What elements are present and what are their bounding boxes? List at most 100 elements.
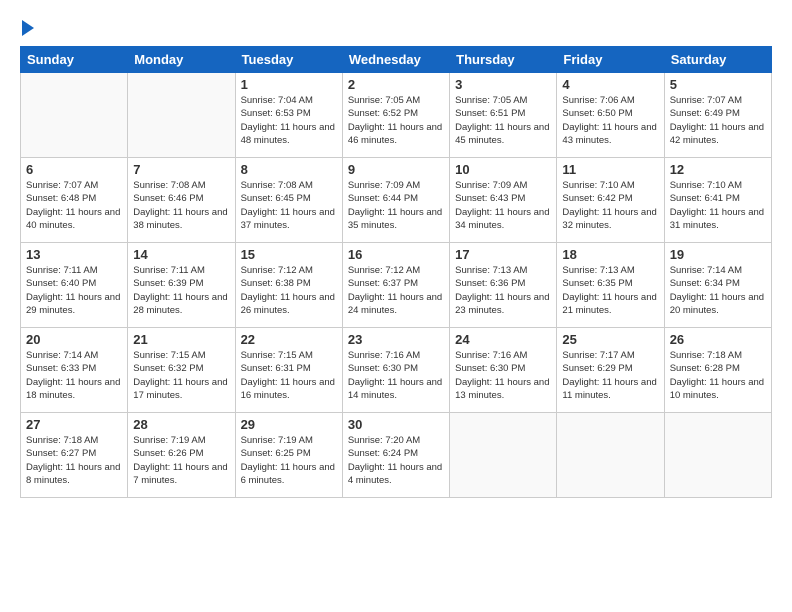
day-info: Sunrise: 7:16 AM Sunset: 6:30 PM Dayligh… <box>455 349 551 402</box>
day-number: 22 <box>241 332 337 347</box>
day-info: Sunrise: 7:15 AM Sunset: 6:32 PM Dayligh… <box>133 349 229 402</box>
day-number: 20 <box>26 332 122 347</box>
calendar-day-cell: 9 Sunrise: 7:09 AM Sunset: 6:44 PM Daylig… <box>342 158 449 243</box>
day-info: Sunrise: 7:17 AM Sunset: 6:29 PM Dayligh… <box>562 349 658 402</box>
day-number: 24 <box>455 332 551 347</box>
day-number: 25 <box>562 332 658 347</box>
calendar-day-cell: 28Sunrise: 7:19 AM Sunset: 6:26 PM Dayli… <box>128 413 235 498</box>
day-number: 18 <box>562 247 658 262</box>
calendar-day-cell: 22 Sunrise: 7:15 AM Sunset: 6:31 PM Dayli… <box>235 328 342 413</box>
day-info: Sunrise: 7:14 AM Sunset: 6:33 PM Dayligh… <box>26 349 122 402</box>
calendar-day-cell: 11 Sunrise: 7:10 AM Sunset: 6:42 PM Dayli… <box>557 158 664 243</box>
calendar-day-cell: 8 Sunrise: 7:08 AM Sunset: 6:45 PM Daylig… <box>235 158 342 243</box>
calendar-day-cell <box>664 413 771 498</box>
logo-arrow-icon <box>22 20 34 36</box>
day-info: Sunrise: 7:08 AM Sunset: 6:45 PM Dayligh… <box>241 179 337 232</box>
calendar-table: SundayMondayTuesdayWednesdayThursdayFrid… <box>20 46 772 498</box>
day-number: 14 <box>133 247 229 262</box>
calendar-day-cell: 7 Sunrise: 7:08 AM Sunset: 6:46 PM Daylig… <box>128 158 235 243</box>
day-number: 7 <box>133 162 229 177</box>
day-info: Sunrise: 7:06 AM Sunset: 6:50 PM Dayligh… <box>562 94 658 147</box>
day-info: Sunrise: 7:20 AM Sunset: 6:24 PM Dayligh… <box>348 434 444 487</box>
page-header <box>20 20 772 36</box>
calendar-day-cell: 24 Sunrise: 7:16 AM Sunset: 6:30 PM Dayli… <box>450 328 557 413</box>
day-info: Sunrise: 7:12 AM Sunset: 6:38 PM Dayligh… <box>241 264 337 317</box>
day-number: 27 <box>26 417 122 432</box>
day-info: Sunrise: 7:05 AM Sunset: 6:51 PM Dayligh… <box>455 94 551 147</box>
calendar-week-row: 27 Sunrise: 7:18 AM Sunset: 6:27 PM Dayli… <box>21 413 772 498</box>
day-info: Sunrise: 7:10 AM Sunset: 6:42 PM Dayligh… <box>562 179 658 232</box>
day-number: 28 <box>133 417 229 432</box>
day-info: Sunrise: 7:09 AM Sunset: 6:43 PM Dayligh… <box>455 179 551 232</box>
weekday-header: Sunday <box>21 47 128 73</box>
day-number: 26 <box>670 332 766 347</box>
day-info: Sunrise: 7:13 AM Sunset: 6:35 PM Dayligh… <box>562 264 658 317</box>
weekday-header: Tuesday <box>235 47 342 73</box>
day-info: Sunrise: 7:04 AM Sunset: 6:53 PM Dayligh… <box>241 94 337 147</box>
day-info: Sunrise: 7:09 AM Sunset: 6:44 PM Dayligh… <box>348 179 444 232</box>
weekday-header: Thursday <box>450 47 557 73</box>
day-number: 4 <box>562 77 658 92</box>
calendar-day-cell <box>557 413 664 498</box>
calendar-day-cell: 19 Sunrise: 7:14 AM Sunset: 6:34 PM Dayli… <box>664 243 771 328</box>
day-number: 19 <box>670 247 766 262</box>
calendar-day-cell: 4 Sunrise: 7:06 AM Sunset: 6:50 PM Daylig… <box>557 73 664 158</box>
day-info: Sunrise: 7:13 AM Sunset: 6:36 PM Dayligh… <box>455 264 551 317</box>
day-number: 23 <box>348 332 444 347</box>
calendar-week-row: 1 Sunrise: 7:04 AM Sunset: 6:53 PM Daylig… <box>21 73 772 158</box>
day-info: Sunrise: 7:16 AM Sunset: 6:30 PM Dayligh… <box>348 349 444 402</box>
calendar-day-cell: 30 Sunrise: 7:20 AM Sunset: 6:24 PM Dayli… <box>342 413 449 498</box>
weekday-header: Saturday <box>664 47 771 73</box>
calendar-day-cell: 23 Sunrise: 7:16 AM Sunset: 6:30 PM Dayli… <box>342 328 449 413</box>
calendar-day-cell: 3 Sunrise: 7:05 AM Sunset: 6:51 PM Daylig… <box>450 73 557 158</box>
calendar-week-row: 6 Sunrise: 7:07 AM Sunset: 6:48 PM Daylig… <box>21 158 772 243</box>
calendar-week-row: 13Sunrise: 7:11 AM Sunset: 6:40 PM Dayli… <box>21 243 772 328</box>
day-number: 30 <box>348 417 444 432</box>
calendar-day-cell: 26 Sunrise: 7:18 AM Sunset: 6:28 PM Dayli… <box>664 328 771 413</box>
calendar-day-cell <box>21 73 128 158</box>
calendar-day-cell: 20 Sunrise: 7:14 AM Sunset: 6:33 PM Dayli… <box>21 328 128 413</box>
day-info: Sunrise: 7:18 AM Sunset: 6:27 PM Dayligh… <box>26 434 122 487</box>
day-number: 8 <box>241 162 337 177</box>
weekday-header: Wednesday <box>342 47 449 73</box>
day-info: Sunrise: 7:19 AM Sunset: 6:25 PM Dayligh… <box>241 434 337 487</box>
day-info: Sunrise: 7:14 AM Sunset: 6:34 PM Dayligh… <box>670 264 766 317</box>
day-info: Sunrise: 7:11 AM Sunset: 6:40 PM Dayligh… <box>26 264 122 317</box>
calendar-day-cell <box>128 73 235 158</box>
calendar-day-cell: 2Sunrise: 7:05 AM Sunset: 6:52 PM Daylig… <box>342 73 449 158</box>
calendar-day-cell: 29 Sunrise: 7:19 AM Sunset: 6:25 PM Dayli… <box>235 413 342 498</box>
day-number: 6 <box>26 162 122 177</box>
day-number: 15 <box>241 247 337 262</box>
day-number: 11 <box>562 162 658 177</box>
weekday-header: Friday <box>557 47 664 73</box>
day-info: Sunrise: 7:18 AM Sunset: 6:28 PM Dayligh… <box>670 349 766 402</box>
calendar-day-cell: 13Sunrise: 7:11 AM Sunset: 6:40 PM Dayli… <box>21 243 128 328</box>
calendar-week-row: 20 Sunrise: 7:14 AM Sunset: 6:33 PM Dayli… <box>21 328 772 413</box>
calendar-day-cell: 17Sunrise: 7:13 AM Sunset: 6:36 PM Dayli… <box>450 243 557 328</box>
day-info: Sunrise: 7:10 AM Sunset: 6:41 PM Dayligh… <box>670 179 766 232</box>
weekday-header: Monday <box>128 47 235 73</box>
day-number: 9 <box>348 162 444 177</box>
calendar-day-cell: 21 Sunrise: 7:15 AM Sunset: 6:32 PM Dayli… <box>128 328 235 413</box>
day-info: Sunrise: 7:05 AM Sunset: 6:52 PM Dayligh… <box>348 94 444 147</box>
day-info: Sunrise: 7:15 AM Sunset: 6:31 PM Dayligh… <box>241 349 337 402</box>
calendar-day-cell: 27 Sunrise: 7:18 AM Sunset: 6:27 PM Dayli… <box>21 413 128 498</box>
day-info: Sunrise: 7:07 AM Sunset: 6:49 PM Dayligh… <box>670 94 766 147</box>
day-number: 12 <box>670 162 766 177</box>
calendar-day-cell: 12 Sunrise: 7:10 AM Sunset: 6:41 PM Dayli… <box>664 158 771 243</box>
day-number: 3 <box>455 77 551 92</box>
calendar-day-cell: 14 Sunrise: 7:11 AM Sunset: 6:39 PM Dayli… <box>128 243 235 328</box>
day-number: 29 <box>241 417 337 432</box>
calendar-day-cell: 16Sunrise: 7:12 AM Sunset: 6:37 PM Dayli… <box>342 243 449 328</box>
day-number: 1 <box>241 77 337 92</box>
day-info: Sunrise: 7:11 AM Sunset: 6:39 PM Dayligh… <box>133 264 229 317</box>
day-number: 21 <box>133 332 229 347</box>
day-info: Sunrise: 7:07 AM Sunset: 6:48 PM Dayligh… <box>26 179 122 232</box>
calendar-day-cell: 5Sunrise: 7:07 AM Sunset: 6:49 PM Daylig… <box>664 73 771 158</box>
calendar-day-cell: 10Sunrise: 7:09 AM Sunset: 6:43 PM Dayli… <box>450 158 557 243</box>
day-number: 16 <box>348 247 444 262</box>
calendar-day-cell <box>450 413 557 498</box>
calendar-header-row: SundayMondayTuesdayWednesdayThursdayFrid… <box>21 47 772 73</box>
day-info: Sunrise: 7:08 AM Sunset: 6:46 PM Dayligh… <box>133 179 229 232</box>
calendar-day-cell: 18 Sunrise: 7:13 AM Sunset: 6:35 PM Dayli… <box>557 243 664 328</box>
